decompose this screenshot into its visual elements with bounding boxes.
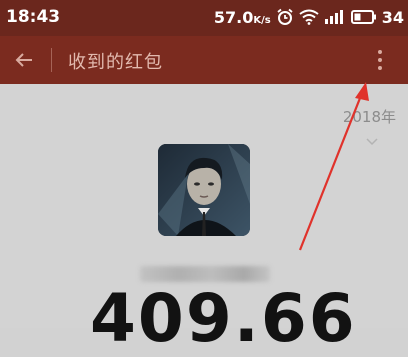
alarm-clock-icon bbox=[277, 8, 293, 25]
chevron-down-icon[interactable] bbox=[366, 138, 378, 146]
status-icons: 57.0K/s 34 bbox=[214, 6, 404, 28]
red-packet-summary: 2018年 409.66 bbox=[0, 84, 408, 357]
app-bar-divider bbox=[51, 48, 52, 72]
avatar-image bbox=[158, 144, 250, 236]
year-selector[interactable]: 2018年 bbox=[343, 106, 396, 127]
more-options-icon[interactable] bbox=[373, 48, 387, 72]
page-title: 收到的红包 bbox=[68, 52, 163, 73]
network-speed: 57.0K/s bbox=[214, 8, 271, 27]
app-bar: 收到的红包 bbox=[0, 36, 408, 84]
total-amount: 409.66 bbox=[90, 280, 357, 357]
cellular-signal-icon bbox=[324, 10, 343, 24]
back-arrow-icon[interactable] bbox=[12, 48, 36, 72]
wifi-icon bbox=[299, 9, 319, 25]
battery-icon bbox=[350, 10, 376, 24]
network-speed-unit: K/s bbox=[253, 14, 271, 26]
battery-percent: 34 bbox=[381, 7, 404, 27]
network-speed-value: 57.0 bbox=[213, 7, 254, 27]
avatar bbox=[158, 144, 250, 236]
status-time: 18:43 bbox=[6, 7, 61, 27]
status-bar: 18:43 57.0K/s 34 bbox=[0, 0, 408, 36]
